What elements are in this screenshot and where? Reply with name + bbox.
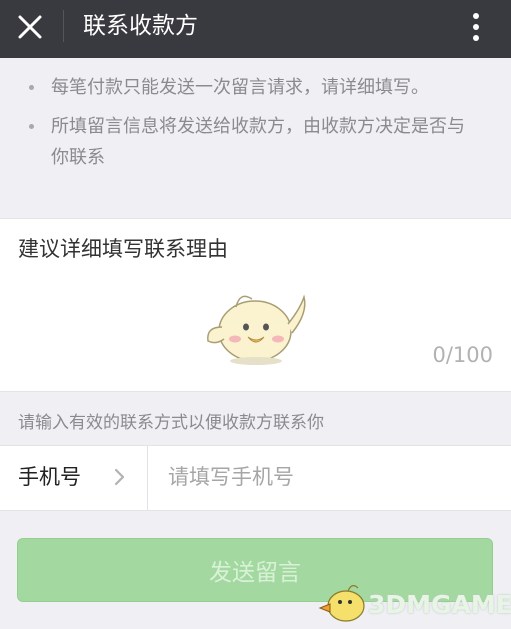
- notice-item: 所填留言信息将发送给收款方，由收款方决定是否与你联系: [29, 111, 471, 173]
- phone-type-selector[interactable]: 手机号: [18, 462, 81, 492]
- phone-row: 手机号: [0, 445, 511, 511]
- notice-text: 每笔付款只能发送一次留言请求，请详细填写。: [51, 77, 429, 98]
- watermark-logo: 3DMGAME: [318, 578, 511, 626]
- chick-logo-icon: [318, 585, 365, 622]
- title-bar: 联系收款方: [0, 0, 511, 58]
- character-counter: 0/100: [432, 343, 493, 367]
- chick-mascot-icon: [207, 294, 306, 365]
- close-icon: [18, 15, 42, 39]
- chevron-right-icon[interactable]: [114, 468, 126, 486]
- watermark-text: 3DMGAME: [368, 590, 511, 619]
- notice-text: 所填留言信息将发送给收款方，由收款方决定是否与你联系: [51, 116, 465, 168]
- bullet-icon: [29, 85, 34, 90]
- close-button[interactable]: [10, 7, 50, 47]
- phone-divider: [147, 446, 148, 510]
- notice-list: 每笔付款只能发送一次留言请求，请详细填写。 所填留言信息将发送给收款方，由收款方…: [0, 72, 511, 181]
- title-divider: [63, 10, 64, 42]
- message-placeholder: 建议详细填写联系理由: [18, 237, 228, 261]
- contact-hint: 请输入有效的联系方式以便收款方联系你: [18, 413, 324, 433]
- page-title: 联系收款方: [83, 13, 198, 39]
- more-button[interactable]: [460, 7, 492, 47]
- message-textarea[interactable]: 建议详细填写联系理由 0/100: [0, 218, 511, 392]
- bullet-icon: [29, 124, 34, 129]
- more-vertical-icon: [473, 13, 479, 41]
- phone-input[interactable]: [168, 460, 488, 494]
- notice-item: 每笔付款只能发送一次留言请求，请详细填写。: [29, 72, 471, 103]
